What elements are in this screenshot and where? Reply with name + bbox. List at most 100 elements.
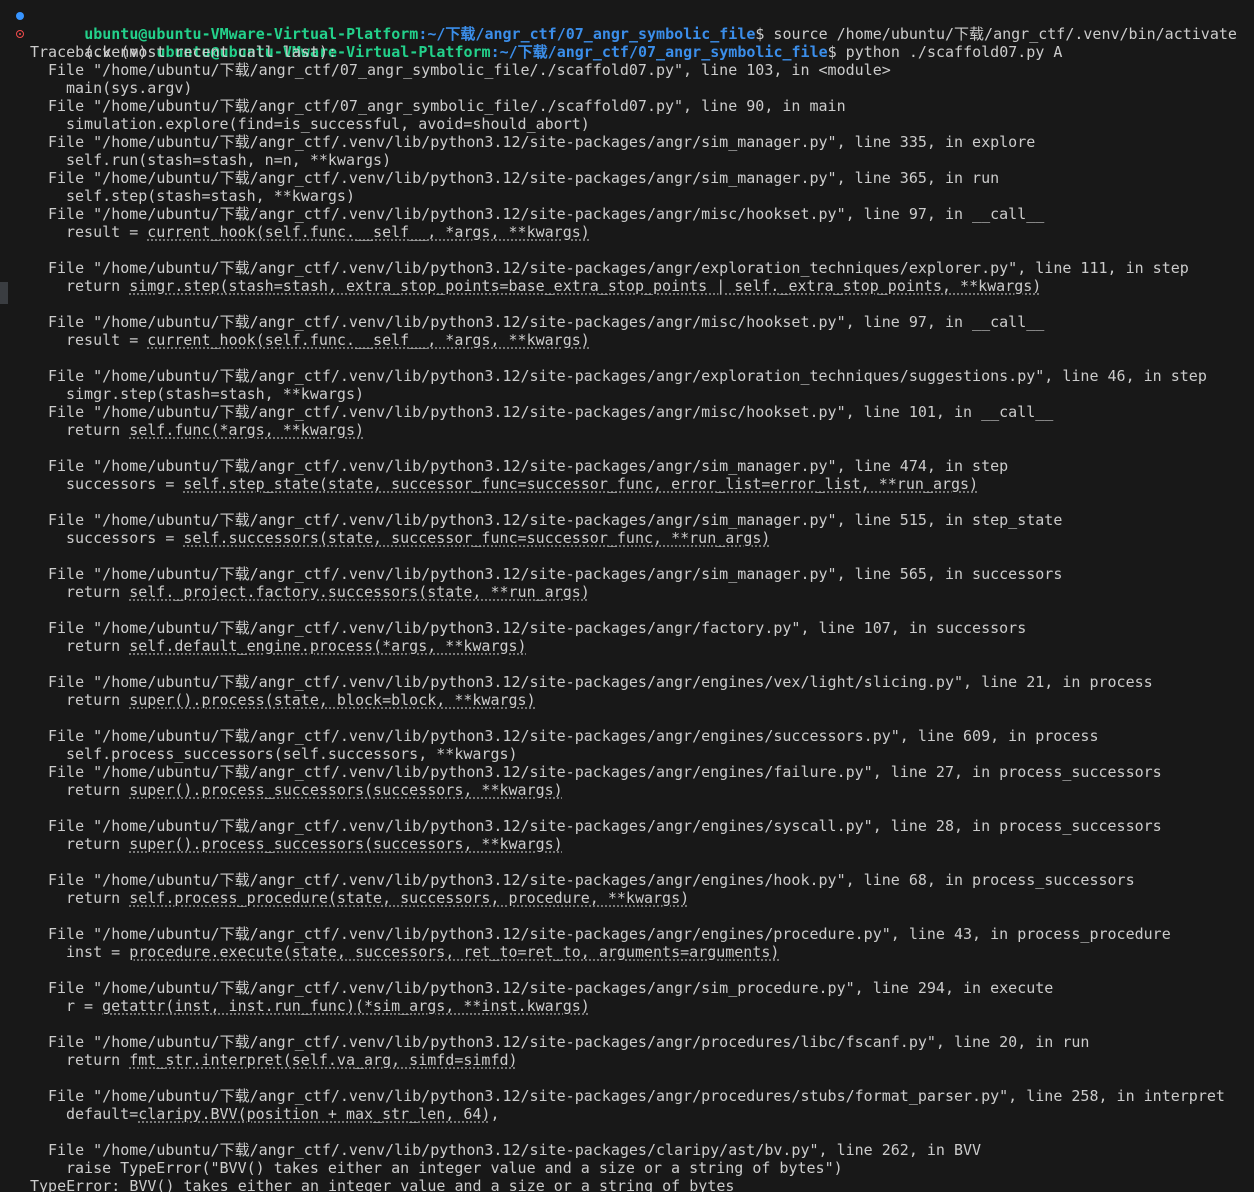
traceback-code-line: raise TypeError("BVV() takes either an i… bbox=[0, 1159, 1254, 1177]
code-highlight: super().process_successors(successors, *… bbox=[129, 835, 563, 853]
traceback-file-line[interactable]: File "/home/ubuntu/下载/angr_ctf/.venv/lib… bbox=[0, 871, 1254, 889]
traceback-code-line: r = getattr(inst, inst.run_func)(*sim_ar… bbox=[0, 997, 1254, 1015]
command-success-icon[interactable] bbox=[16, 12, 24, 20]
code-text: return bbox=[66, 421, 130, 439]
code-text: result = bbox=[66, 331, 148, 349]
code-text: return bbox=[66, 781, 130, 799]
code-text: simgr.step(stash=stash, **kwargs) bbox=[66, 385, 365, 403]
traceback-code-line: return self.default_engine.process(*args… bbox=[0, 637, 1254, 655]
traceback-code-line: return self.process_procedure(state, suc… bbox=[0, 889, 1254, 907]
code-highlight: self.func(*args, **kwargs) bbox=[129, 421, 365, 439]
command-error-icon[interactable] bbox=[16, 30, 24, 38]
code-highlight: procedure.execute(state, successors, ret… bbox=[129, 943, 780, 961]
code-text: return bbox=[66, 889, 130, 907]
code-highlight: getattr(inst, inst.run_func)(*sim_args, … bbox=[102, 997, 590, 1015]
code-highlight: self.successors(state, successor_func=su… bbox=[183, 529, 771, 547]
code-text: raise TypeError("BVV() takes either an i… bbox=[66, 1159, 843, 1177]
traceback-code-line: return super().process_successors(succes… bbox=[0, 781, 1254, 799]
traceback-file-line[interactable]: File "/home/ubuntu/下载/angr_ctf/07_angr_s… bbox=[0, 61, 1254, 79]
traceback-file-line[interactable]: File "/home/ubuntu/下载/angr_ctf/.venv/lib… bbox=[0, 259, 1254, 277]
traceback-file-line[interactable]: File "/home/ubuntu/下载/angr_ctf/.venv/lib… bbox=[0, 457, 1254, 475]
traceback-file-line[interactable]: File "/home/ubuntu/下载/angr_ctf/.venv/lib… bbox=[0, 313, 1254, 331]
code-highlight: simgr.step(stash=stash, extra_stop_point… bbox=[129, 277, 1042, 295]
command-line-2: (.venv) ubuntu@ubuntu-VMware-Virtual-Pla… bbox=[0, 25, 1254, 61]
traceback-code-line: return fmt_str.interpret(self.va_arg, si… bbox=[0, 1051, 1254, 1069]
code-highlight: self.step_state(state, successor_func=su… bbox=[183, 475, 979, 493]
code-text: return bbox=[66, 835, 130, 853]
traceback-file-line[interactable]: File "/home/ubuntu/下载/angr_ctf/.venv/lib… bbox=[0, 511, 1254, 529]
traceback-code-line: result = current_hook(self.func.__self__… bbox=[0, 331, 1254, 349]
code-highlight: self.process_procedure(state, successors… bbox=[129, 889, 690, 907]
code-text: result = bbox=[66, 223, 148, 241]
code-text: return bbox=[66, 637, 130, 655]
traceback-file-line[interactable]: File "/home/ubuntu/下载/angr_ctf/.venv/lib… bbox=[0, 673, 1254, 691]
code-text: default= bbox=[66, 1105, 139, 1123]
traceback-code-line: successors = self.successors(state, succ… bbox=[0, 529, 1254, 547]
code-highlight: current_hook(self.func.__self__, *args, … bbox=[147, 331, 590, 349]
traceback-file-line[interactable]: File "/home/ubuntu/下载/angr_ctf/.venv/lib… bbox=[0, 1033, 1254, 1051]
traceback-file-line[interactable]: File "/home/ubuntu/下载/angr_ctf/.venv/lib… bbox=[0, 1087, 1254, 1105]
traceback-code-line: return self.func(*args, **kwargs) bbox=[0, 421, 1254, 439]
code-text: simulation.explore(find=is_successful, a… bbox=[66, 115, 590, 133]
traceback-code-line: inst = procedure.execute(state, successo… bbox=[0, 943, 1254, 961]
traceback-code-line: self.step(stash=stash, **kwargs) bbox=[0, 187, 1254, 205]
traceback-file-line[interactable]: File "/home/ubuntu/下载/angr_ctf/.venv/lib… bbox=[0, 205, 1254, 223]
traceback-file-line[interactable]: File "/home/ubuntu/下载/angr_ctf/.venv/lib… bbox=[0, 925, 1254, 943]
code-text: successors = bbox=[66, 475, 184, 493]
code-text: return bbox=[66, 691, 130, 709]
traceback-code-line: return super().process_successors(succes… bbox=[0, 835, 1254, 853]
traceback-file-line[interactable]: File "/home/ubuntu/下载/angr_ctf/.venv/lib… bbox=[0, 403, 1254, 421]
code-text: successors = bbox=[66, 529, 184, 547]
traceback-file-line[interactable]: File "/home/ubuntu/下载/angr_ctf/.venv/lib… bbox=[0, 367, 1254, 385]
code-text: , bbox=[490, 1105, 500, 1123]
traceback-file-line[interactable]: File "/home/ubuntu/下载/angr_ctf/.venv/lib… bbox=[0, 133, 1254, 151]
code-highlight: self._project.factory.successors(state, … bbox=[129, 583, 590, 601]
code-highlight: super().process_successors(successors, *… bbox=[129, 781, 563, 799]
command-line-1: ubuntu@ubuntu-VMware-Virtual-Platform:~/… bbox=[0, 7, 1254, 43]
traceback-file-line[interactable]: File "/home/ubuntu/下载/angr_ctf/.venv/lib… bbox=[0, 979, 1254, 997]
traceback-code-line: return self._project.factory.successors(… bbox=[0, 583, 1254, 601]
code-text: inst = bbox=[66, 943, 130, 961]
code-highlight: current_hook(self.func.__self__, *args, … bbox=[147, 223, 590, 241]
terminal-panel[interactable]: ubuntu@ubuntu-VMware-Virtual-Platform:~/… bbox=[0, 0, 1254, 1192]
code-highlight: claripy.BVV(position + max_str_len, 64) bbox=[138, 1105, 491, 1123]
code-text: main(sys.argv) bbox=[66, 79, 193, 97]
traceback-file-line[interactable]: File "/home/ubuntu/下载/angr_ctf/.venv/lib… bbox=[0, 565, 1254, 583]
traceback-code-line: simgr.step(stash=stash, **kwargs) bbox=[0, 385, 1254, 403]
traceback-file-line[interactable]: File "/home/ubuntu/下载/angr_ctf/.venv/lib… bbox=[0, 817, 1254, 835]
code-text: return bbox=[66, 583, 130, 601]
code-text: self.run(stash=stash, n=n, **kwargs) bbox=[66, 151, 392, 169]
code-text: r = bbox=[66, 997, 103, 1015]
traceback-file-line[interactable]: File "/home/ubuntu/下载/angr_ctf/.venv/lib… bbox=[0, 169, 1254, 187]
traceback-file-line[interactable]: File "/home/ubuntu/下载/angr_ctf/.venv/lib… bbox=[0, 763, 1254, 781]
traceback-file-line[interactable]: File "/home/ubuntu/下载/angr_ctf/.venv/lib… bbox=[0, 727, 1254, 745]
traceback-code-line: return simgr.step(stash=stash, extra_sto… bbox=[0, 277, 1254, 295]
code-text: return bbox=[66, 277, 130, 295]
code-text: return bbox=[66, 1051, 130, 1069]
traceback-file-line[interactable]: File "/home/ubuntu/下载/angr_ctf/07_angr_s… bbox=[0, 97, 1254, 115]
traceback-file-line[interactable]: File "/home/ubuntu/下载/angr_ctf/.venv/lib… bbox=[0, 1141, 1254, 1159]
traceback-code-line: return super().process(state, block=bloc… bbox=[0, 691, 1254, 709]
code-highlight: fmt_str.interpret(self.va_arg, simfd=sim… bbox=[129, 1051, 518, 1069]
traceback-code-line: result = current_hook(self.func.__self__… bbox=[0, 223, 1254, 241]
code-text: self.step(stash=stash, **kwargs) bbox=[66, 187, 355, 205]
traceback-code-line: self.process_successors(self.successors,… bbox=[0, 745, 1254, 763]
traceback-header: Traceback (most recent call last): bbox=[30, 43, 338, 61]
traceback-code-line: default=claripy.BVV(position + max_str_l… bbox=[0, 1105, 1254, 1123]
traceback-file-line[interactable]: File "/home/ubuntu/下载/angr_ctf/.venv/lib… bbox=[0, 619, 1254, 637]
traceback-code-line: self.run(stash=stash, n=n, **kwargs) bbox=[0, 151, 1254, 169]
